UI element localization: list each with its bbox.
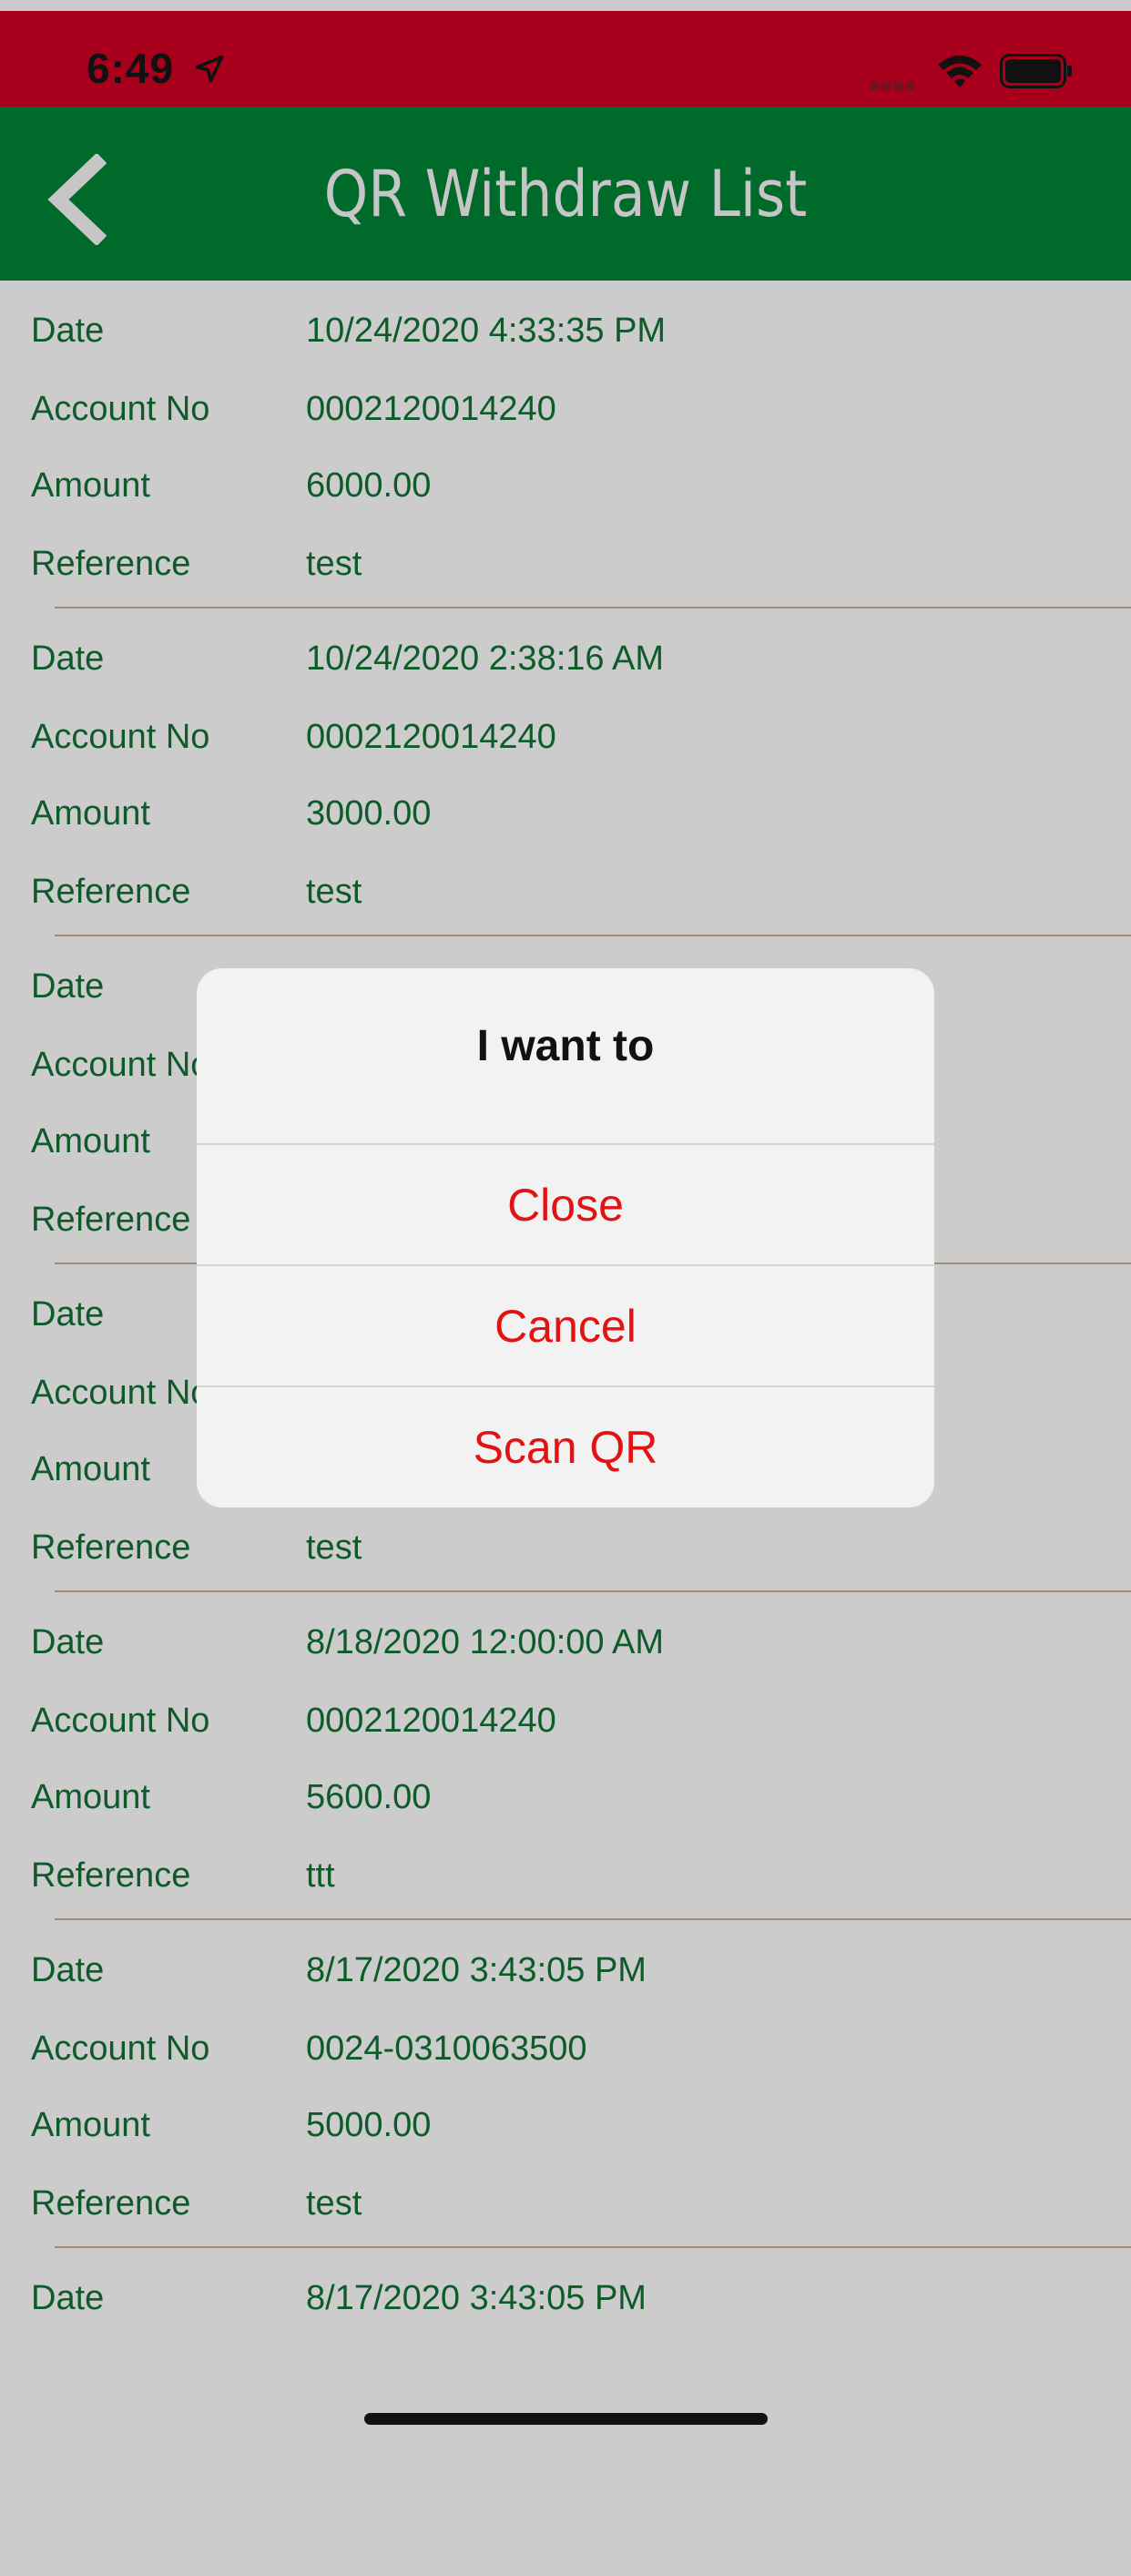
alert-title: I want to [476, 1022, 655, 1070]
scan-qr-button[interactable]: Scan QR [197, 1385, 934, 1508]
close-button[interactable]: Close [197, 1143, 934, 1265]
home-indicator[interactable] [364, 2413, 768, 2425]
cancel-button[interactable]: Cancel [197, 1264, 934, 1386]
action-alert: I want to Close Cancel Scan QR [197, 968, 934, 1508]
